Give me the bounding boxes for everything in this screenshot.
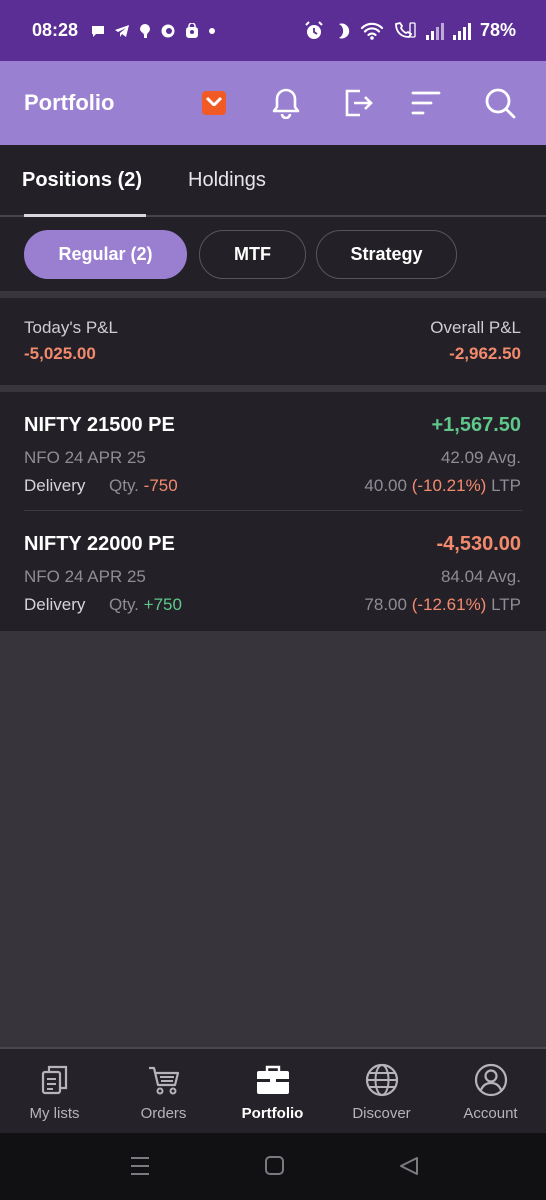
position-product: Delivery xyxy=(24,476,86,495)
account-icon xyxy=(474,1063,507,1097)
nav-discover[interactable]: Discover xyxy=(327,1049,436,1135)
ltp-change: (-10.21%) xyxy=(411,476,487,495)
bell-icon xyxy=(272,88,300,119)
ltp-label: LTP xyxy=(491,595,521,614)
ltp-price: 78.00 xyxy=(364,595,407,614)
signal-icon xyxy=(452,22,471,40)
qty-value: +750 xyxy=(143,595,182,614)
logout-icon xyxy=(345,89,373,117)
positions-list: NIFTY 21500 PE +1,567.50 NFO 24 APR 25 4… xyxy=(0,392,546,631)
position-avg: 84.04 Avg. xyxy=(440,567,521,586)
nav-account[interactable]: Account xyxy=(436,1049,545,1135)
position-exchange: NFO 24 APR 25 xyxy=(24,448,146,467)
globe-icon xyxy=(365,1063,398,1097)
app-bar: Portfolio xyxy=(0,61,546,145)
filter-regular-chip[interactable]: Regular (2) xyxy=(24,230,187,279)
search-button[interactable] xyxy=(480,83,520,123)
position-exchange: NFO 24 APR 25 xyxy=(24,567,146,586)
c-icon xyxy=(161,24,175,37)
filter-chips: Regular (2) MTF Strategy xyxy=(0,217,546,291)
sort-button[interactable] xyxy=(406,83,446,123)
qty-value: -750 xyxy=(143,476,178,495)
telegram-icon xyxy=(115,24,130,37)
nav-label: Discover xyxy=(352,1105,411,1122)
qty-label: Qty. xyxy=(109,595,139,614)
bag-icon xyxy=(186,22,199,38)
nav-my-lists[interactable]: My lists xyxy=(0,1049,109,1135)
brand-app-button[interactable] xyxy=(194,83,234,123)
home-icon[interactable] xyxy=(264,1155,286,1177)
section-divider xyxy=(0,291,546,298)
position-row[interactable]: NIFTY 22000 PE -4,530.00 NFO 24 APR 25 8… xyxy=(0,511,546,631)
today-pnl-label: Today's P&L xyxy=(24,318,118,337)
position-name: NIFTY 22000 PE xyxy=(24,533,175,555)
ltp-label: LTP xyxy=(491,476,521,495)
tab-holdings[interactable]: Holdings xyxy=(188,169,266,192)
lists-icon xyxy=(41,1065,67,1095)
position-name: NIFTY 21500 PE xyxy=(24,414,175,436)
dot-icon xyxy=(209,27,216,34)
brand-app-icon xyxy=(202,91,226,115)
overall-pnl-value: -2,962.50 xyxy=(449,344,521,363)
position-pnl: +1,567.50 xyxy=(431,414,521,436)
nav-portfolio[interactable]: Portfolio xyxy=(218,1049,327,1135)
position-pnl: -4,530.00 xyxy=(436,533,521,555)
tab-positions[interactable]: Positions (2) xyxy=(22,169,142,192)
search-icon xyxy=(485,88,516,119)
nav-label: Account xyxy=(463,1105,518,1122)
overall-pnl-label: Overall P&L xyxy=(430,318,521,337)
position-ltp: 40.00 (-10.21%) LTP xyxy=(364,476,521,496)
today-pnl-value: -5,025.00 xyxy=(24,344,96,363)
ltp-price: 40.00 xyxy=(364,476,407,495)
position-qty: Qty. -750 xyxy=(109,476,178,496)
status-time: 08:28 xyxy=(32,20,79,40)
position-qty: Qty. +750 xyxy=(109,595,182,615)
system-nav-bar xyxy=(0,1133,546,1200)
cart-icon xyxy=(148,1066,179,1095)
section-divider xyxy=(0,385,546,392)
nav-orders[interactable]: Orders xyxy=(109,1049,218,1135)
filter-mtf-chip[interactable]: MTF xyxy=(199,230,306,279)
qty-label: Qty. xyxy=(109,476,139,495)
position-avg: 42.09 Avg. xyxy=(440,448,521,467)
filter-strategy-chip[interactable]: Strategy xyxy=(316,230,457,279)
recents-icon[interactable] xyxy=(130,1155,150,1177)
tab-bar: Positions (2) Holdings xyxy=(0,145,546,217)
status-icons: 78% xyxy=(304,20,516,41)
notification-icons xyxy=(90,22,216,39)
volte-icon xyxy=(395,21,416,38)
position-product: Delivery xyxy=(24,595,86,614)
position-row[interactable]: NIFTY 21500 PE +1,567.50 NFO 24 APR 25 4… xyxy=(0,392,546,511)
bottom-nav: My lists Orders Portfolio Discover Accou… xyxy=(0,1047,546,1133)
notifications-button[interactable] xyxy=(266,83,306,123)
ltp-change: (-12.61%) xyxy=(411,595,487,614)
position-ltp: 78.00 (-12.61%) LTP xyxy=(364,595,521,615)
nav-label: Portfolio xyxy=(241,1105,304,1122)
battery-level: 78% xyxy=(479,20,516,40)
chat-icon xyxy=(92,25,105,37)
pnl-summary: Today's P&L -5,025.00 Overall P&L -2,962… xyxy=(0,298,546,385)
back-icon[interactable] xyxy=(398,1155,420,1177)
briefcase-icon xyxy=(256,1065,289,1094)
nav-label: My lists xyxy=(29,1105,80,1122)
app-icon xyxy=(140,23,151,38)
signal-icon xyxy=(425,22,444,40)
wifi-icon xyxy=(360,22,384,40)
logout-button[interactable] xyxy=(338,83,378,123)
moon-icon xyxy=(338,23,350,38)
sort-icon xyxy=(411,91,441,115)
nav-label: Orders xyxy=(140,1105,187,1122)
status-bar: 08:28 78% xyxy=(0,0,546,61)
alarm-icon xyxy=(305,20,323,39)
